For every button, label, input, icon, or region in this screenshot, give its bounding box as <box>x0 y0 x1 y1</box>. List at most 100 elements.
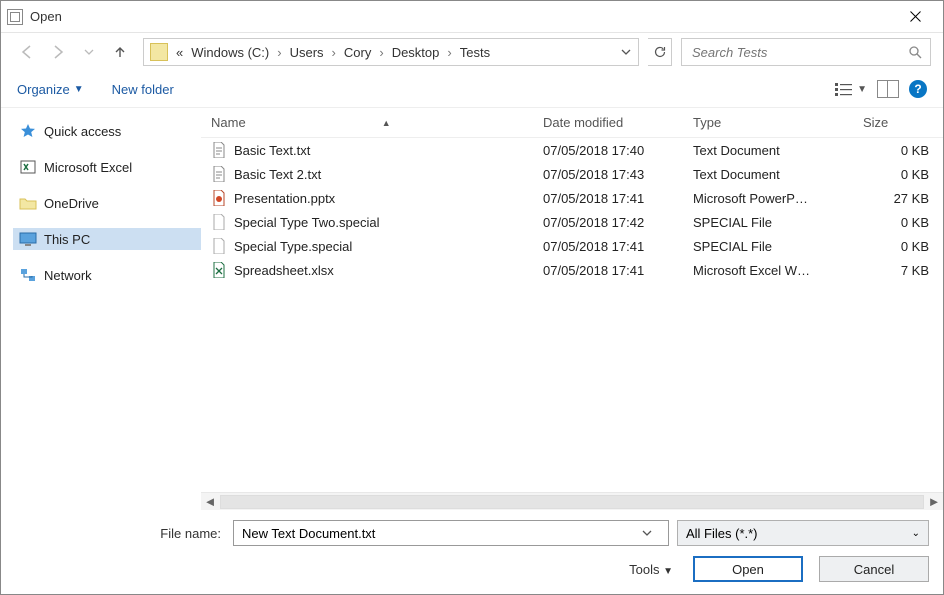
sidebar-item-label: This PC <box>44 232 90 247</box>
sidebar: Quick access Microsoft Excel OneDrive Th… <box>1 108 201 510</box>
chevron-right-icon: › <box>375 45 387 60</box>
nav-forward-button[interactable] <box>44 38 72 66</box>
sidebar-item-label: OneDrive <box>44 196 99 211</box>
file-type: Microsoft PowerP… <box>693 191 863 206</box>
file-icon <box>211 238 227 254</box>
file-row[interactable]: Presentation.pptx07/05/2018 17:41Microso… <box>201 186 943 210</box>
file-row[interactable]: Basic Text 2.txt07/05/2018 17:43Text Doc… <box>201 162 943 186</box>
file-size: 0 KB <box>863 143 933 158</box>
filename-field[interactable] <box>233 520 669 546</box>
folder-icon <box>150 43 168 61</box>
file-type: Microsoft Excel W… <box>693 263 863 278</box>
tools-menu[interactable]: Tools ▼ <box>629 562 673 577</box>
file-size: 27 KB <box>863 191 933 206</box>
organize-label: Organize <box>17 82 70 97</box>
bottom-panel: File name: All Files (*.*) ⌄ Tools ▼ Ope… <box>1 510 943 594</box>
file-row[interactable]: Special Type Two.special 07/05/2018 17:42… <box>201 210 943 234</box>
chevron-down-icon: ▼ <box>857 84 867 95</box>
chevron-right-icon: › <box>328 45 340 60</box>
nav-back-button[interactable] <box>13 38 41 66</box>
filename-label: File name: <box>15 526 225 541</box>
sidebar-item-this-pc[interactable]: This PC <box>13 228 201 250</box>
excel-icon <box>19 159 37 175</box>
file-row[interactable]: Special Type.special 07/05/2018 17:41SPEC… <box>201 234 943 258</box>
chevron-down-icon <box>84 47 94 57</box>
navbar: « Windows (C:) › Users › Cory › Desktop … <box>1 33 943 71</box>
file-type: SPECIAL File <box>693 239 863 254</box>
arrow-left-icon <box>18 43 36 61</box>
sidebar-item-network[interactable]: Network <box>13 264 201 286</box>
filename-input[interactable] <box>240 525 642 542</box>
search-input[interactable] <box>690 44 908 61</box>
column-name[interactable]: Name ▲ <box>211 115 543 130</box>
horizontal-scrollbar[interactable]: ◄ ► <box>201 492 943 510</box>
new-folder-button[interactable]: New folder <box>112 82 174 97</box>
breadcrumb-seg-2[interactable]: Cory <box>340 39 375 65</box>
file-date: 07/05/2018 17:42 <box>543 215 693 230</box>
file-type-filter[interactable]: All Files (*.*) ⌄ <box>677 520 929 546</box>
breadcrumb-seg-3[interactable]: Desktop <box>388 39 444 65</box>
arrow-right-icon <box>49 43 67 61</box>
nav-recent-button[interactable] <box>75 38 103 66</box>
file-type: Text Document <box>693 143 863 158</box>
sidebar-item-label: Quick access <box>44 124 121 139</box>
file-size: 0 KB <box>863 167 933 182</box>
file-row[interactable]: Spreadsheet.xlsx 07/05/2018 17:41Microsof… <box>201 258 943 282</box>
file-name: Special Type Two.special <box>234 215 380 230</box>
file-type: Text Document <box>693 167 863 182</box>
nav-up-button[interactable] <box>106 38 134 66</box>
organize-button[interactable]: Organize ▼ <box>17 82 84 97</box>
pc-icon <box>19 231 37 247</box>
list-view-icon <box>835 82 855 96</box>
refresh-button[interactable] <box>648 38 672 66</box>
open-file-dialog: Open « Windows (C:) › Users › Cory › De <box>0 0 944 595</box>
breadcrumb-seg-1[interactable]: Users <box>286 39 328 65</box>
file-date: 07/05/2018 17:41 <box>543 263 693 278</box>
breadcrumb-root[interactable]: « <box>172 39 187 65</box>
close-button[interactable] <box>893 2 937 32</box>
chevron-down-icon: ⌄ <box>912 528 920 539</box>
toolbar: Organize ▼ New folder ▼ ? <box>1 71 943 107</box>
scroll-right-icon[interactable]: ► <box>925 494 943 509</box>
sidebar-item-quick-access[interactable]: Quick access <box>13 120 201 142</box>
new-folder-label: New folder <box>112 82 174 97</box>
search-icon <box>908 45 922 59</box>
chevron-down-icon: ▼ <box>74 84 84 95</box>
breadcrumb[interactable]: « Windows (C:) › Users › Cory › Desktop … <box>143 38 639 66</box>
cancel-button[interactable]: Cancel <box>819 556 929 582</box>
file-name: Special Type.special <box>234 239 352 254</box>
chevron-down-icon <box>642 528 652 538</box>
file-size: 0 KB <box>863 239 933 254</box>
file-name: Basic Text.txt <box>234 143 310 158</box>
file-icon <box>211 142 227 158</box>
sidebar-item-label: Network <box>44 268 92 283</box>
column-size[interactable]: Size <box>863 115 933 130</box>
open-button[interactable]: Open <box>693 556 803 582</box>
file-name: Spreadsheet.xlsx <box>234 263 334 278</box>
breadcrumb-seg-4[interactable]: Tests <box>456 39 494 65</box>
main-area: Quick access Microsoft Excel OneDrive Th… <box>1 107 943 510</box>
help-button[interactable]: ? <box>909 80 927 98</box>
column-headers: Name ▲ Date modified Type Size <box>201 108 943 138</box>
chevron-down-icon <box>621 47 631 57</box>
sidebar-item-excel[interactable]: Microsoft Excel <box>13 156 201 178</box>
file-list: Basic Text.txt07/05/2018 17:40Text Docum… <box>201 138 943 492</box>
file-date: 07/05/2018 17:41 <box>543 239 693 254</box>
column-date[interactable]: Date modified <box>543 115 693 130</box>
sidebar-item-onedrive[interactable]: OneDrive <box>13 192 201 214</box>
view-mode-button[interactable]: ▼ <box>835 82 867 96</box>
breadcrumb-dropdown[interactable] <box>614 47 638 57</box>
search-field[interactable] <box>681 38 931 66</box>
chevron-right-icon: › <box>273 45 285 60</box>
arrow-up-icon <box>113 45 127 59</box>
file-row[interactable]: Basic Text.txt07/05/2018 17:40Text Docum… <box>201 138 943 162</box>
file-size: 7 KB <box>863 263 933 278</box>
filename-dropdown[interactable] <box>642 528 662 538</box>
file-icon <box>211 214 227 230</box>
scroll-track[interactable] <box>220 495 924 509</box>
file-pane: Name ▲ Date modified Type Size Basic Tex… <box>201 108 943 510</box>
column-type[interactable]: Type <box>693 115 863 130</box>
scroll-left-icon[interactable]: ◄ <box>201 494 219 509</box>
preview-pane-button[interactable] <box>877 80 899 98</box>
breadcrumb-seg-0[interactable]: Windows (C:) <box>187 39 273 65</box>
